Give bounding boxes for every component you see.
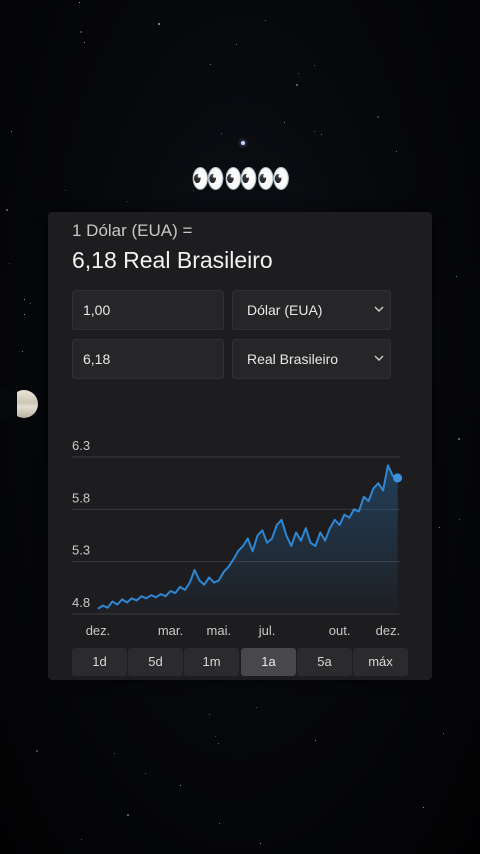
star-dot [321,134,322,135]
star-dot [180,785,181,786]
star-dot [314,65,315,66]
star-dot [209,714,210,715]
star-dot [260,843,261,844]
star-dot [158,23,160,25]
star-dot [423,807,424,808]
star-dot [81,839,82,840]
x-tick-label: out. [329,623,351,638]
star-dot [145,773,146,774]
star-dot [256,707,257,708]
x-tick-label: jul. [258,623,276,638]
star-dot [22,351,23,352]
star-dot [396,151,397,152]
y-tick-label: 5.8 [72,490,90,505]
range-button-1a[interactable]: 1a [241,648,296,676]
range-button-5a[interactable]: 5a [297,648,352,676]
x-tick-label: mai. [207,623,232,638]
star-dot [377,116,379,118]
star-dot [30,303,31,304]
star-dot [314,131,315,132]
star-dot [114,753,115,754]
x-tick-label: mar. [158,623,183,638]
range-button-5d[interactable]: 5d [128,648,183,676]
star-dot [298,73,299,74]
star-dot [315,740,316,741]
currency-converter-widget: 1 Dólar (EUA) = 6,18 Real Brasileiro 1,0… [48,212,432,680]
y-tick-label: 5.3 [72,543,90,558]
y-tick-label: 6.3 [72,438,90,453]
range-button-1d[interactable]: 1d [72,648,127,676]
star-dot [221,133,222,134]
star-dot [79,2,80,3]
star-dot [236,44,237,45]
range-button-1m[interactable]: 1m [184,648,239,676]
satellite-dot [241,141,245,145]
planet-shadow [0,388,17,420]
star-dot [126,201,127,202]
star-dot [215,736,216,737]
star-dot [443,733,444,734]
star-dot [265,20,266,21]
exchange-rate-chart: 6.3 5.8 5.3 4.8 dez. mar. mai. jul. out. dez. [72,438,403,638]
star-dot [84,42,85,43]
star-dot [219,823,220,824]
star-dot [439,527,440,528]
star-dot [210,64,211,65]
star-dot [127,814,129,816]
star-dot [459,519,460,520]
star-dot [24,299,25,300]
x-tick-label: dez. [86,623,111,638]
eyes-emoji-row: 👀👀👀 [190,162,292,195]
range-button-máx[interactable]: máx [353,648,408,676]
star-dot [11,131,12,132]
y-tick-label: 4.8 [72,595,90,610]
star-dot [24,314,25,315]
chart-current-point [393,473,403,483]
star-dot [36,750,38,752]
star-dot [80,31,82,33]
star-dot [9,263,10,264]
star-dot [456,276,457,277]
star-dot [6,209,8,211]
star-dot [65,190,66,191]
star-dot [296,84,298,86]
star-dot [218,743,219,744]
x-tick-label: dez. [376,623,401,638]
star-dot [458,438,460,440]
wallpaper-background: 👀👀👀 1 Dólar (EUA) = 6,18 Real Brasileiro… [0,0,480,854]
star-dot [284,122,285,123]
